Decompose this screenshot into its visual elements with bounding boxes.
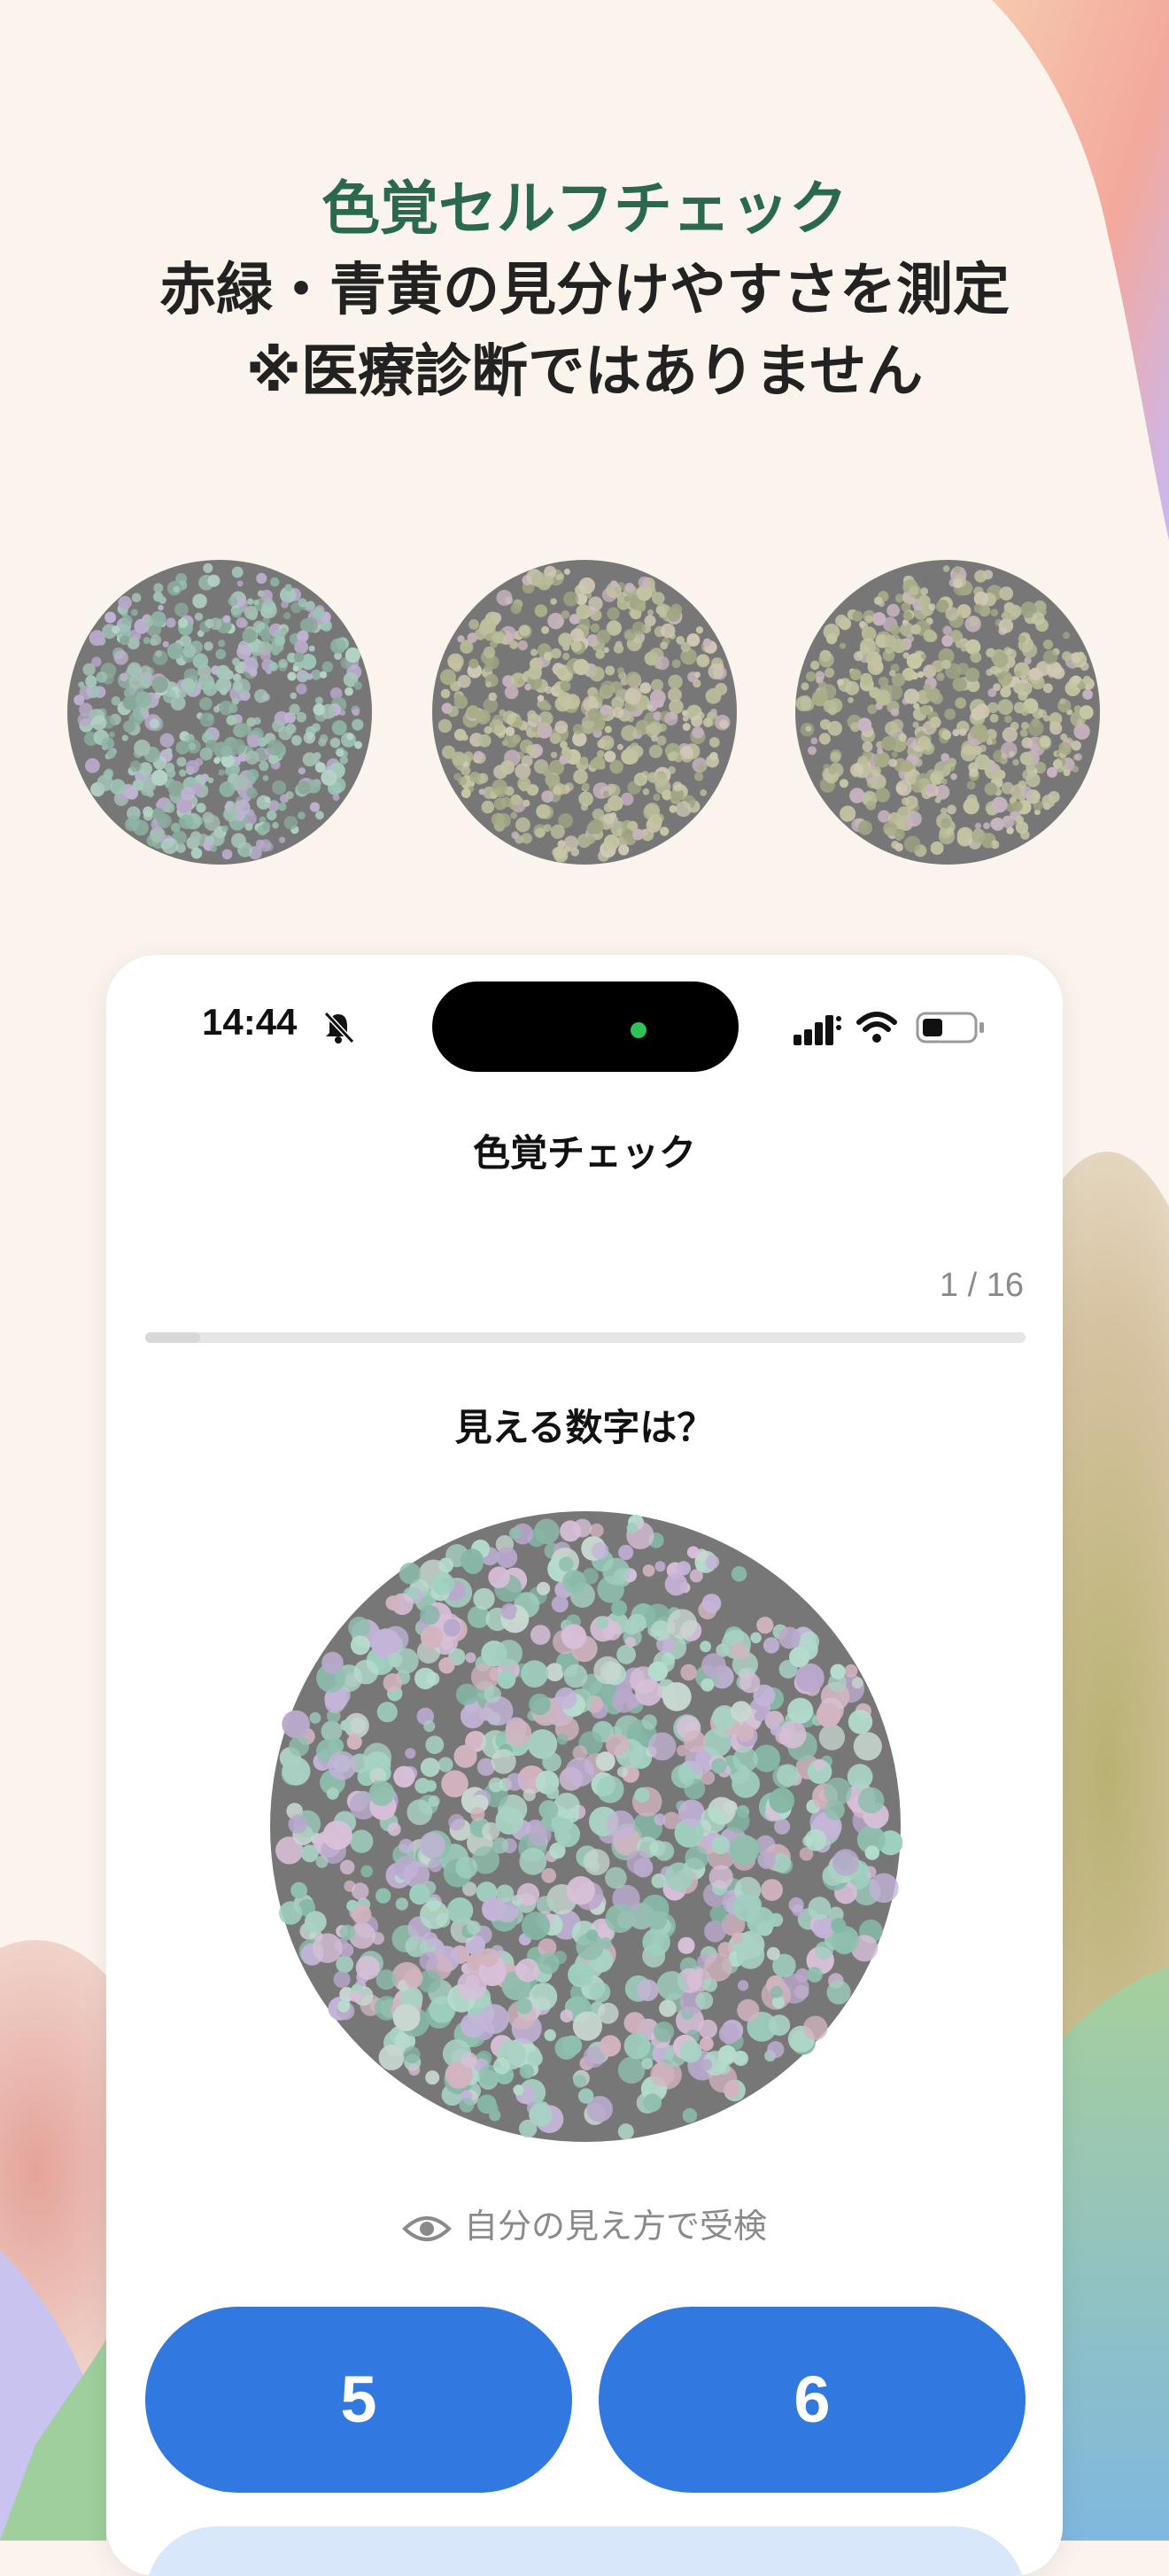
- battery-icon: [916, 1012, 984, 1044]
- preview-plate-1: [66, 558, 374, 866]
- cellular-signal-icon: [794, 1015, 841, 1045]
- question-text: 見える数字は？: [454, 1406, 715, 1449]
- marketing-disclaimer: ※医療診断ではありません: [245, 339, 924, 405]
- phone-screen: 14:44 色覚チェック 1 / 16 見える数字は？ 自分の見え方で受検 5 …: [106, 955, 1063, 2576]
- eye-icon: [402, 2215, 452, 2241]
- preview-plate-2: [430, 558, 739, 866]
- progress-bar-fill: [145, 1332, 201, 1343]
- preview-plate-3: [794, 558, 1102, 866]
- view-mode-label[interactable]: 自分の見え方で受検: [106, 2199, 1063, 2247]
- progress-counter: 1 / 16: [939, 1267, 1024, 1304]
- view-mode-text: 自分の見え方で受検: [463, 2207, 767, 2246]
- answer-button-5[interactable]: 5: [145, 2307, 572, 2493]
- answer-button-6[interactable]: 6: [599, 2307, 1026, 2493]
- progress-bar: [145, 1332, 1026, 1343]
- ishihara-test-plate: [268, 1509, 902, 2144]
- dynamic-island: [432, 982, 739, 1072]
- camera-indicator-dot: [631, 1022, 646, 1038]
- status-time: 14:44: [202, 1001, 298, 1043]
- secondary-answer-button[interactable]: [145, 2526, 1026, 2576]
- marketing-headline: 色覚セルフチェック 赤緑・青黄の見分けやすさを測定 ※医療診断ではありません: [0, 168, 1169, 413]
- wifi-icon: [856, 1012, 897, 1043]
- marketing-subtitle: 赤緑・青黄の見分けやすさを測定: [159, 258, 1010, 323]
- bell-slash-icon: [323, 1011, 355, 1044]
- marketing-title: 色覚セルフチェック: [321, 175, 848, 243]
- nav-title: 色覚チェック: [472, 1131, 696, 1175]
